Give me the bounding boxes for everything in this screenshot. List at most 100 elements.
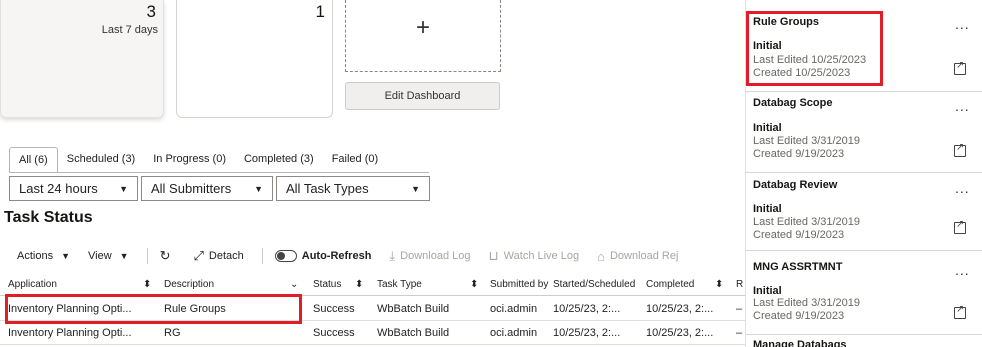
submitters-filter-value: All Submitters	[151, 181, 232, 196]
panel-item-edited: Last Edited 3/31/2019	[753, 135, 861, 147]
sort-icon[interactable]: ⬍	[143, 279, 151, 290]
toolbar-divider	[146, 248, 148, 264]
more-icon[interactable]: ...	[955, 262, 970, 278]
panel-item-highlight	[746, 11, 883, 86]
tab-in-progress[interactable]: In Progress (0)	[144, 147, 235, 173]
sort-icon[interactable]: ⬍	[470, 279, 478, 290]
task-types-filter-select[interactable]: All Task Types ▼	[276, 176, 430, 201]
panel-item-created: Created 9/19/2023	[753, 229, 845, 241]
cell-started: 10/25/23, 2:...	[553, 303, 621, 315]
more-icon[interactable]: ...	[955, 180, 970, 196]
chevron-down-icon: ▼	[61, 251, 70, 261]
download-rejects-icon: ⌂	[597, 248, 605, 264]
task-toolbar: Actions ▼ View ▼ ↻ ⤢ Detach Auto-Refresh ⤓ D…	[17, 247, 696, 265]
refresh-button[interactable]: ↻	[160, 248, 176, 264]
row-highlight	[5, 294, 302, 324]
panel-divider	[745, 172, 982, 173]
panel-item-state: Initial	[753, 285, 782, 297]
column-header-task-type[interactable]: Task Type	[377, 279, 422, 290]
column-header-application[interactable]: Application	[8, 279, 57, 290]
toggle-switch	[274, 250, 297, 262]
chevron-down-icon[interactable]: ⌄	[290, 279, 298, 290]
tab-failed[interactable]: Failed (0)	[323, 147, 387, 173]
panel-item-title[interactable]: Databag Scope	[753, 97, 832, 109]
panel-item-edited: Last Edited 3/31/2019	[753, 216, 861, 228]
column-header-r[interactable]: R	[736, 279, 743, 290]
cell-status: Success	[313, 327, 355, 339]
status-tabs: All (6) Scheduled (3) In Progress (0) Co…	[9, 147, 387, 173]
cell-completed: 10/25/23, 2:...	[646, 327, 714, 339]
open-external-icon[interactable]	[954, 60, 966, 75]
count-card[interactable]: 1	[176, 0, 333, 118]
panel-divider	[745, 334, 982, 335]
panel-item-created: Created 9/19/2023	[753, 310, 845, 322]
auto-refresh-toggle[interactable]: Auto-Refresh	[274, 250, 372, 262]
chevron-down-icon: ▼	[254, 183, 263, 194]
table-row[interactable]: Inventory Planning Opti... RG Success Wb…	[0, 322, 745, 345]
cell-started: 10/25/23, 2:...	[553, 327, 621, 339]
time-filter-select[interactable]: Last 24 hours ▼	[9, 176, 138, 201]
view-label: View	[88, 250, 112, 262]
cell-application: Inventory Planning Opti...	[8, 327, 132, 339]
detach-button[interactable]: ⤢ Detach	[193, 248, 243, 264]
tabs-divider	[9, 172, 429, 173]
cell-r: –	[736, 327, 743, 339]
open-external-icon[interactable]	[954, 304, 966, 319]
card-count: 3	[146, 2, 156, 21]
cell-completed: 10/25/23, 2:...	[646, 303, 714, 315]
card-subtitle: Last 7 days	[101, 24, 158, 36]
tab-all[interactable]: All (6)	[9, 147, 58, 173]
watch-live-log-button[interactable]: ⊔ Watch Live Log	[489, 248, 580, 264]
panel-item-title[interactable]: MNG ASSRTMNT	[753, 261, 842, 273]
panel-item-created: Created 9/19/2023	[753, 148, 845, 160]
download-icon: ⤓	[389, 248, 396, 263]
refresh-icon: ↻	[159, 248, 171, 263]
panel-item-state: Initial	[753, 122, 782, 134]
plus-icon: +	[415, 14, 430, 41]
tab-completed[interactable]: Completed (3)	[235, 147, 323, 173]
download-log-label: Download Log	[400, 250, 471, 262]
auto-refresh-label: Auto-Refresh	[301, 250, 372, 262]
watch-live-log-label: Watch Live Log	[503, 250, 580, 262]
sort-icon[interactable]: ⬍	[355, 279, 363, 290]
column-header-submitted-by[interactable]: Submitted by	[490, 279, 548, 290]
column-header-completed[interactable]: Completed	[646, 279, 694, 290]
chevron-down-icon: ▼	[411, 183, 420, 194]
edit-dashboard-button[interactable]: Edit Dashboard	[345, 82, 500, 110]
column-header-status[interactable]: Status	[313, 279, 341, 290]
cell-submitted-by: oci.admin	[490, 303, 538, 315]
tab-scheduled[interactable]: Scheduled (3)	[58, 147, 145, 173]
panel-divider	[745, 250, 982, 251]
tasks-count-card[interactable]: 3 Last 7 days	[0, 0, 164, 118]
cell-description: RG	[164, 327, 181, 339]
download-rej-label: Download Rej	[609, 250, 679, 262]
panel-item-title[interactable]: Databag Review	[753, 179, 837, 191]
download-log-button[interactable]: ⤓ Download Log	[389, 248, 470, 264]
more-icon[interactable]: ...	[955, 16, 970, 32]
detach-icon: ⤢	[193, 248, 204, 263]
submitters-filter-select[interactable]: All Submitters ▼	[141, 176, 273, 201]
actions-menu-button[interactable]: Actions ▼	[17, 250, 70, 262]
cell-r: –	[736, 303, 743, 315]
open-external-icon[interactable]	[954, 219, 966, 234]
open-external-icon[interactable]	[954, 142, 966, 157]
page-title: Task Status	[4, 209, 93, 226]
chevron-down-icon: ▼	[119, 183, 128, 194]
view-menu-button[interactable]: View ▼	[88, 250, 129, 262]
panel-item-title[interactable]: Manage Databags	[753, 339, 847, 347]
add-tile-button[interactable]: +	[345, 0, 501, 72]
download-rejects-button[interactable]: ⌂ Download Rej	[597, 249, 678, 264]
detach-label: Detach	[208, 250, 244, 262]
panel-item-edited: Last Edited 3/31/2019	[753, 297, 861, 309]
more-icon[interactable]: ...	[955, 98, 970, 114]
actions-label: Actions	[17, 250, 54, 262]
column-header-started-scheduled[interactable]: Started/Scheduled	[553, 279, 635, 290]
column-header-description[interactable]: Description	[164, 279, 214, 290]
sort-icon[interactable]: ⬍	[715, 279, 723, 290]
task-types-filter-value: All Task Types	[286, 181, 369, 196]
card-count: 1	[315, 2, 325, 21]
cell-task-type: WbBatch Build	[377, 327, 450, 339]
cell-task-type: WbBatch Build	[377, 303, 450, 315]
panel-item-state: Initial	[753, 203, 782, 215]
chevron-down-icon: ▼	[119, 251, 129, 261]
